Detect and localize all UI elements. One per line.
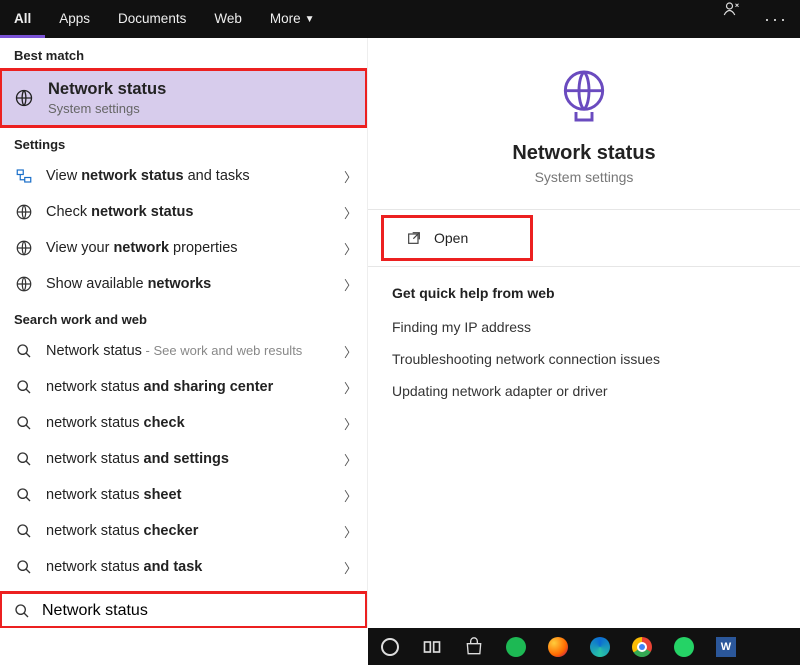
chevron-right-icon: 〉 bbox=[344, 239, 357, 258]
web-suggestion[interactable]: Network status - See work and web result… bbox=[0, 333, 367, 369]
preview-icon bbox=[368, 64, 800, 128]
web-suggestion[interactable]: network status check 〉 bbox=[0, 405, 367, 441]
chevron-right-icon: 〉 bbox=[344, 167, 357, 186]
search-box[interactable] bbox=[0, 592, 367, 628]
chevron-right-icon: 〉 bbox=[344, 275, 357, 294]
taskbar-whatsapp-icon[interactable] bbox=[664, 628, 704, 665]
tab-documents[interactable]: Documents bbox=[104, 0, 200, 38]
taskbar-word-icon[interactable]: W bbox=[706, 628, 746, 665]
globe-icon bbox=[14, 275, 34, 293]
best-match-header: Best match bbox=[0, 38, 367, 69]
help-header: Get quick help from web bbox=[368, 267, 800, 311]
search-icon bbox=[14, 343, 34, 359]
search-icon bbox=[14, 451, 34, 467]
search-icon bbox=[14, 379, 34, 395]
result-label: Show available networks bbox=[46, 276, 332, 292]
chevron-right-icon: 〉 bbox=[344, 414, 357, 433]
settings-item[interactable]: Check network status 〉 bbox=[0, 194, 367, 230]
web-suggestion[interactable]: network status and sharing center 〉 bbox=[0, 369, 367, 405]
settings-item[interactable]: View network status and tasks 〉 bbox=[0, 158, 367, 194]
search-tabs: All Apps Documents Web More▼ ··· bbox=[0, 0, 800, 38]
suggestion-label: network status checker bbox=[46, 523, 332, 539]
best-match-result[interactable]: Network status System settings bbox=[0, 69, 367, 127]
settings-header: Settings bbox=[0, 127, 367, 158]
suggestion-label: network status and task bbox=[46, 559, 332, 575]
search-icon bbox=[14, 603, 30, 619]
open-icon bbox=[406, 230, 422, 246]
open-label: Open bbox=[434, 230, 468, 246]
globe-icon bbox=[14, 239, 34, 257]
globe-icon bbox=[14, 203, 34, 221]
chevron-right-icon: 〉 bbox=[344, 203, 357, 222]
suggestion-label: Network status - See work and web result… bbox=[46, 343, 332, 359]
taskbar-spotify-icon[interactable] bbox=[496, 628, 536, 665]
preview-subtitle: System settings bbox=[368, 169, 800, 185]
best-match-subtitle: System settings bbox=[48, 101, 166, 116]
help-link[interactable]: Finding my IP address bbox=[368, 311, 800, 343]
web-suggestion[interactable]: network status and settings 〉 bbox=[0, 441, 367, 477]
tab-all[interactable]: All bbox=[0, 0, 45, 38]
best-match-title: Network status bbox=[48, 80, 166, 99]
taskbar-taskview-icon[interactable] bbox=[412, 628, 452, 665]
taskbar-cortana-icon[interactable] bbox=[370, 628, 410, 665]
result-label: Check network status bbox=[46, 204, 332, 220]
result-label: View your network properties bbox=[46, 240, 332, 256]
chevron-right-icon: 〉 bbox=[344, 378, 357, 397]
settings-item[interactable]: View your network properties 〉 bbox=[0, 230, 367, 266]
web-suggestion[interactable]: network status sheet 〉 bbox=[0, 477, 367, 513]
chevron-right-icon: 〉 bbox=[344, 522, 357, 541]
suggestion-label: network status sheet bbox=[46, 487, 332, 503]
more-options-icon[interactable]: ··· bbox=[758, 0, 794, 38]
open-button[interactable]: Open bbox=[382, 216, 532, 260]
suggestion-label: network status check bbox=[46, 415, 332, 431]
web-suggestion[interactable]: network status and task 〉 bbox=[0, 549, 367, 585]
web-header: Search work and web bbox=[0, 302, 367, 333]
preview-panel: Network status System settings Open Get … bbox=[368, 38, 800, 628]
globe-icon bbox=[14, 84, 34, 112]
web-suggestion[interactable]: network status checker 〉 bbox=[0, 513, 367, 549]
search-icon bbox=[14, 523, 34, 539]
network-icon bbox=[14, 167, 34, 185]
taskbar-edge-icon[interactable] bbox=[580, 628, 620, 665]
preview-title: Network status bbox=[368, 142, 800, 165]
search-input[interactable] bbox=[40, 601, 357, 621]
taskbar-chrome-icon[interactable] bbox=[622, 628, 662, 665]
suggestion-label: network status and sharing center bbox=[46, 379, 332, 395]
tab-web[interactable]: Web bbox=[200, 0, 256, 38]
suggestion-label: network status and settings bbox=[46, 451, 332, 467]
settings-item[interactable]: Show available networks 〉 bbox=[0, 266, 367, 302]
search-icon bbox=[14, 415, 34, 431]
profile-icon[interactable] bbox=[722, 0, 758, 38]
search-icon bbox=[14, 487, 34, 503]
tab-more[interactable]: More▼ bbox=[256, 0, 329, 38]
taskbar-store-icon[interactable] bbox=[454, 628, 494, 665]
chevron-right-icon: 〉 bbox=[344, 486, 357, 505]
search-icon bbox=[14, 559, 34, 575]
chevron-right-icon: 〉 bbox=[344, 558, 357, 577]
chevron-right-icon: 〉 bbox=[344, 342, 357, 361]
help-link[interactable]: Updating network adapter or driver bbox=[368, 375, 800, 407]
chevron-right-icon: 〉 bbox=[344, 450, 357, 469]
results-panel: Best match Network status System setting… bbox=[0, 38, 368, 628]
help-link[interactable]: Troubleshooting network connection issue… bbox=[368, 343, 800, 375]
chevron-down-icon: ▼ bbox=[305, 14, 315, 25]
tab-apps[interactable]: Apps bbox=[45, 0, 104, 38]
taskbar: W bbox=[368, 628, 800, 665]
result-label: View network status and tasks bbox=[46, 168, 332, 184]
taskbar-firefox-icon[interactable] bbox=[538, 628, 578, 665]
